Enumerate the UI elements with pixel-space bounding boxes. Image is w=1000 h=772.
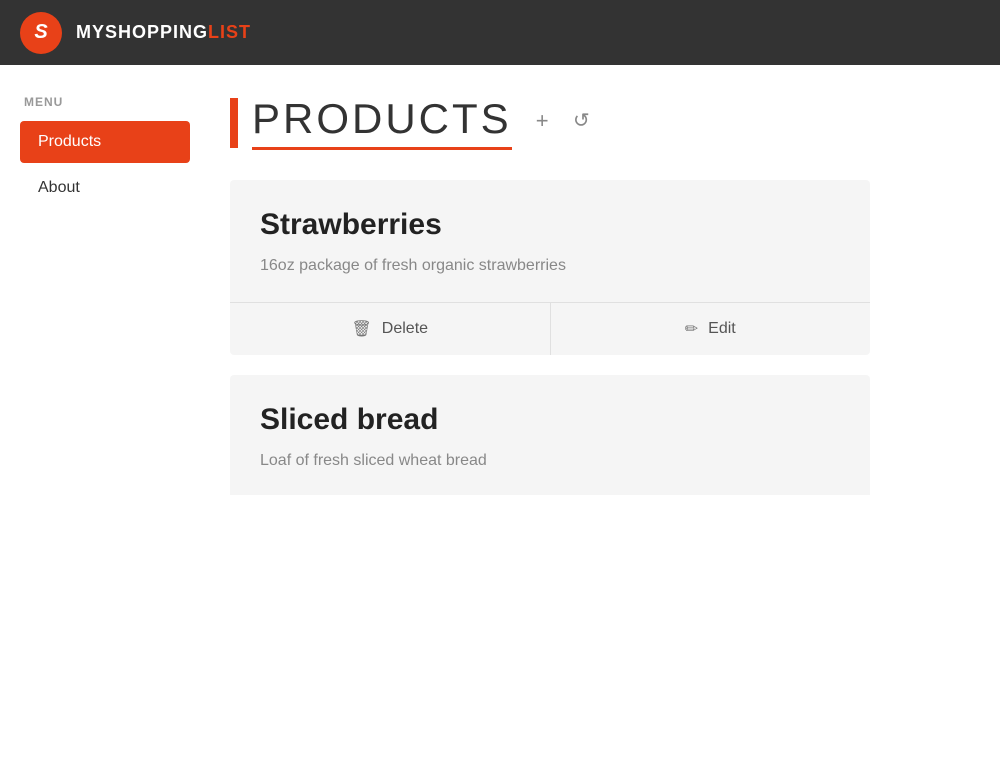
product-card: Sliced bread Loaf of fresh sliced wheat … bbox=[230, 375, 870, 495]
refresh-button[interactable]: ↻ bbox=[569, 104, 594, 137]
title-accent-bar bbox=[230, 98, 238, 148]
page-title: PRODUCTS bbox=[252, 95, 512, 150]
product-name: Strawberries bbox=[260, 208, 840, 242]
product-card-actions: 🗑 Delete ✏ Edit bbox=[230, 302, 870, 355]
edit-product-button[interactable]: ✏ Edit bbox=[551, 303, 871, 355]
sidebar: MENU Products About bbox=[0, 95, 210, 525]
delete-label: Delete bbox=[382, 320, 428, 338]
trash-icon: 🗑 bbox=[351, 319, 371, 339]
product-description: 16oz package of fresh organic strawberri… bbox=[260, 254, 840, 278]
page-title-bar: PRODUCTS + ↻ bbox=[230, 95, 970, 150]
sidebar-menu-label: MENU bbox=[20, 95, 190, 109]
sidebar-item-products[interactable]: Products bbox=[20, 121, 190, 163]
app-title: MYSHOPPINGLIST bbox=[76, 22, 251, 43]
edit-label: Edit bbox=[708, 320, 736, 338]
product-name: Sliced bread bbox=[260, 403, 840, 437]
app-logo: S bbox=[20, 12, 62, 54]
product-description: Loaf of fresh sliced wheat bread bbox=[260, 449, 840, 473]
page-title-actions: + ↻ bbox=[532, 104, 594, 142]
sidebar-item-about[interactable]: About bbox=[20, 167, 190, 209]
app-header: S MYSHOPPINGLIST bbox=[0, 0, 1000, 65]
logo-letter: S bbox=[34, 21, 47, 44]
delete-product-button[interactable]: 🗑 Delete bbox=[230, 303, 551, 355]
app-title-accent: LIST bbox=[208, 22, 251, 42]
product-card: Strawberries 16oz package of fresh organ… bbox=[230, 180, 870, 355]
content-area: PRODUCTS + ↻ Strawberries 16oz package o… bbox=[210, 95, 1000, 525]
main-container: MENU Products About PRODUCTS + ↻ Strawbe… bbox=[0, 65, 1000, 525]
app-title-main: MYSHOPPING bbox=[76, 22, 208, 42]
refresh-icon: ↻ bbox=[573, 108, 590, 133]
product-card-body: Sliced bread Loaf of fresh sliced wheat … bbox=[230, 375, 870, 495]
edit-icon: ✏ bbox=[685, 319, 698, 339]
add-product-button[interactable]: + bbox=[532, 104, 553, 138]
product-card-body: Strawberries 16oz package of fresh organ… bbox=[230, 180, 870, 302]
